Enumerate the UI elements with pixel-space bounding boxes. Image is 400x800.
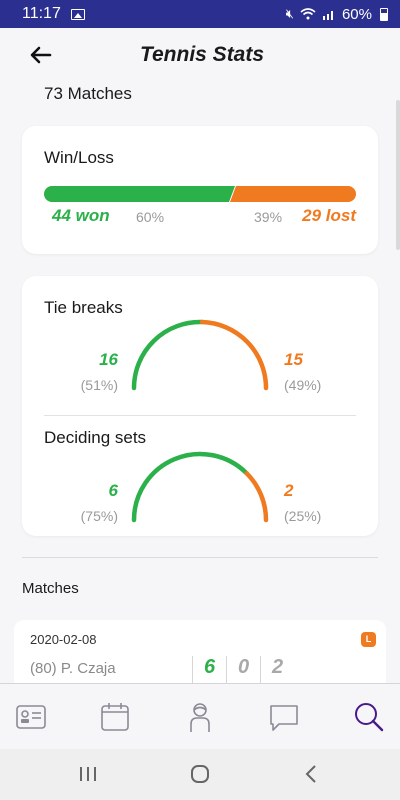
- battery-icon: [380, 7, 388, 21]
- bottom-tab-bar: [0, 683, 400, 749]
- set-score: 2: [260, 656, 294, 686]
- tie-breaks-gauge: [131, 319, 269, 391]
- won-count: 44 won: [52, 206, 110, 225]
- image-notification-icon: [70, 8, 85, 20]
- deciding-sets-won: 6: [108, 481, 118, 500]
- battery-text: 60%: [341, 5, 372, 23]
- card-divider: [44, 415, 356, 416]
- win-bar-segment: [44, 186, 235, 202]
- set-score: 6: [192, 656, 226, 686]
- tie-breaks-won: 16: [99, 350, 118, 369]
- tie-breaks-won-arc: [131, 319, 205, 391]
- status-bar: 11:17 🔇︎ 60%: [0, 0, 400, 28]
- deciding-sets-lost: 2: [284, 481, 294, 500]
- deciding-sets-title: Deciding sets: [44, 428, 147, 447]
- win-loss-bar: [44, 186, 356, 202]
- matches-section-label: Matches: [22, 580, 79, 597]
- status-icons: 🔇︎ 60%: [286, 6, 388, 23]
- system-nav-bar: [0, 749, 400, 800]
- back-icon[interactable]: [300, 763, 324, 785]
- mute-icon: 🔇︎: [285, 6, 294, 21]
- tie-breaks-title: Tie breaks: [44, 298, 123, 317]
- status-time: 11:17: [22, 5, 61, 22]
- deciding-sets-won-pct: (75%): [80, 508, 118, 524]
- set-score: 0: [226, 656, 260, 686]
- tie-breaks-won-pct: (51%): [80, 377, 118, 393]
- signal-icon: [322, 11, 333, 20]
- profile-card-icon[interactable]: [14, 700, 48, 734]
- deciding-sets-won-arc: [131, 451, 249, 523]
- deciding-sets-lost-pct: (25%): [284, 508, 322, 524]
- chat-icon[interactable]: [267, 700, 301, 734]
- tie-breaks-lost: 15: [284, 350, 303, 369]
- player-icon[interactable]: [183, 700, 217, 734]
- recent-apps-icon[interactable]: [76, 763, 100, 785]
- lost-percentage: 39%: [254, 209, 283, 225]
- header: Tennis Stats: [0, 28, 400, 82]
- page-title: Tennis Stats: [139, 43, 265, 66]
- win-loss-card: Win/Loss 44 won 60% 39% 29 lost: [22, 126, 378, 254]
- opponent-name: (80) P. Czaja: [30, 660, 116, 677]
- back-arrow-icon[interactable]: [28, 42, 54, 68]
- section-divider: [22, 557, 378, 558]
- home-icon[interactable]: [188, 763, 212, 785]
- match-date: 2020-02-08: [30, 632, 97, 647]
- win-loss-title: Win/Loss: [44, 148, 114, 167]
- tie-breaks-lost-arc: [199, 319, 269, 391]
- lost-count: 29 lost: [302, 206, 356, 225]
- split-stats-card: Tie breaks 16 (51%) 15 (49%) Deciding se…: [22, 276, 378, 536]
- loss-badge: L: [361, 632, 376, 647]
- search-icon[interactable]: [352, 700, 386, 734]
- won-percentage: 60%: [136, 209, 165, 225]
- deciding-sets-gauge: [131, 451, 269, 523]
- scroll-indicator: [396, 100, 400, 250]
- calendar-icon[interactable]: [98, 700, 132, 734]
- tie-breaks-lost-pct: (49%): [284, 377, 322, 393]
- loss-bar-segment: [230, 186, 356, 202]
- deciding-sets-lost-arc: [244, 471, 269, 523]
- wifi-icon: [300, 8, 316, 20]
- matches-count: 73 Matches: [44, 84, 132, 103]
